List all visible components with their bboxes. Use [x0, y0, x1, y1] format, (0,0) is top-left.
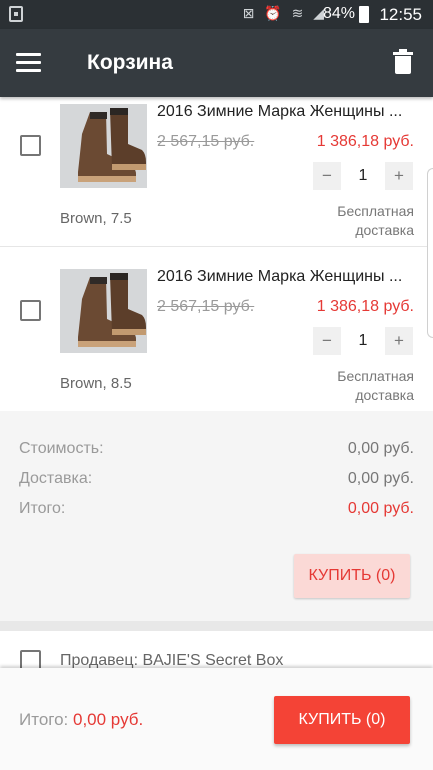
- clock: 12:55: [379, 5, 422, 24]
- bottom-total-value: 0,00 руб.: [73, 710, 144, 729]
- battery-percentage: 84%: [322, 5, 355, 22]
- variant-label: Brown, 8.5: [60, 375, 132, 392]
- delivery-value: 0,00 руб.: [347, 470, 414, 487]
- product-title[interactable]: 2016 Зимние Марка Женщины ...: [157, 103, 417, 121]
- notification-icon: [9, 6, 23, 22]
- checkout-button[interactable]: КУПИТЬ (0): [274, 696, 410, 744]
- shipping-line: доставка: [355, 222, 414, 238]
- quantity-stepper: − 1 +: [313, 162, 413, 190]
- order-summary: Стоимость: 0,00 руб. Доставка: 0,00 руб.…: [0, 411, 433, 621]
- trash-icon[interactable]: [393, 49, 413, 75]
- cart-item: 2016 Зимние Марка Женщины ... 2 567,15 р…: [0, 247, 433, 411]
- shipping-line: доставка: [355, 387, 414, 403]
- variant-label: Brown, 7.5: [60, 210, 132, 227]
- scrollbar[interactable]: [427, 168, 433, 338]
- old-price: 2 567,15 руб.: [157, 298, 255, 315]
- divider: [0, 621, 433, 631]
- shipping-line: Бесплатная: [337, 368, 414, 384]
- quantity-value[interactable]: 1: [341, 327, 385, 355]
- shipping-label: Бесплатная доставка: [294, 202, 414, 240]
- new-price: 1 386,18 руб.: [316, 133, 414, 150]
- cart-item: 2016 Зимние Марка Женщины ... 2 567,15 р…: [0, 82, 433, 246]
- app-bar: Корзина: [0, 29, 433, 97]
- total-value: 0,00 руб.: [347, 500, 414, 517]
- product-image[interactable]: [60, 104, 147, 188]
- quantity-value[interactable]: 1: [341, 162, 385, 190]
- product-title[interactable]: 2016 Зимние Марка Женщины ...: [157, 268, 417, 286]
- cost-value: 0,00 руб.: [347, 440, 414, 457]
- bottom-bar: Итого: 0,00 руб. КУПИТЬ (0): [0, 668, 433, 770]
- quantity-stepper: − 1 +: [313, 327, 413, 355]
- total-label: Итого:: [19, 500, 66, 517]
- new-price: 1 386,18 руб.: [316, 298, 414, 315]
- decrease-button[interactable]: −: [313, 327, 341, 355]
- product-image[interactable]: [60, 269, 147, 353]
- seller-row: Продавец: BAJIE'S Secret Box: [0, 631, 433, 671]
- status-bar: ⊠ ⏰ ≋ ◢ 84% 12:55: [0, 0, 433, 29]
- increase-button[interactable]: +: [385, 162, 413, 190]
- page-title: Корзина: [87, 51, 173, 74]
- bottom-total: Итого: 0,00 руб.: [19, 710, 143, 730]
- delivery-label: Доставка:: [19, 470, 93, 487]
- buy-button[interactable]: КУПИТЬ (0): [294, 554, 410, 598]
- shipping-line: Бесплатная: [337, 203, 414, 219]
- shipping-label: Бесплатная доставка: [294, 367, 414, 405]
- total-row: Итого: 0,00 руб.: [19, 500, 414, 518]
- cost-row: Стоимость: 0,00 руб.: [19, 440, 414, 458]
- cost-label: Стоимость:: [19, 440, 104, 457]
- menu-icon[interactable]: [16, 53, 41, 73]
- old-price: 2 567,15 руб.: [157, 133, 255, 150]
- delivery-row: Доставка: 0,00 руб.: [19, 470, 414, 488]
- increase-button[interactable]: +: [385, 327, 413, 355]
- status-icons: ⊠ ⏰ ≋ ◢: [242, 5, 327, 21]
- item-checkbox[interactable]: [20, 135, 41, 156]
- item-checkbox[interactable]: [20, 300, 41, 321]
- battery-icon: [359, 6, 369, 23]
- bottom-total-label: Итого:: [19, 710, 73, 729]
- decrease-button[interactable]: −: [313, 162, 341, 190]
